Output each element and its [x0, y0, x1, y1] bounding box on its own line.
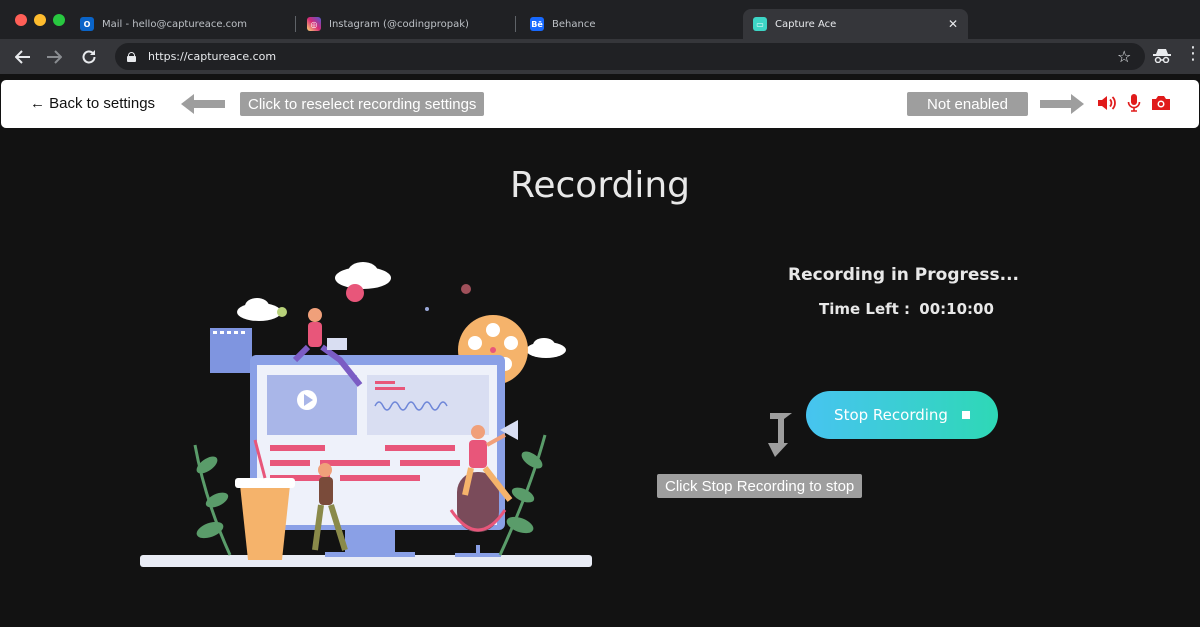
tab-close-icon[interactable]: ✕	[948, 17, 958, 31]
reselect-hint: Click to reselect recording settings	[240, 92, 485, 116]
back-arrow-icon[interactable]	[12, 46, 34, 68]
page-title: Recording	[509, 165, 691, 206]
behance-icon: Bē	[530, 17, 544, 31]
time-left: Time Left : 00:10:00	[819, 300, 994, 318]
browser-tab-bar: O Mail - hello@captureace.com ◎ Instagra…	[0, 0, 1200, 39]
microphone-icon[interactable]	[1127, 94, 1141, 116]
not-enabled-hint: Not enabled	[907, 92, 1028, 116]
window-maximize-button[interactable]	[53, 14, 65, 26]
stop-recording-label: Stop Recording	[834, 406, 948, 424]
tab-mail[interactable]: O Mail - hello@captureace.com	[80, 9, 247, 39]
recording-progress-text: Recording in Progress...	[788, 265, 1020, 285]
url-text: https://captureace.com	[148, 50, 277, 63]
tab-separator	[515, 16, 516, 32]
tab-label: Instagram (@codingpropak)	[329, 18, 469, 30]
hint-arrow-left-icon	[181, 94, 225, 114]
laptop-icon	[327, 338, 347, 350]
time-left-value: 00:10:00	[919, 300, 994, 318]
menu-kebab-icon[interactable]: ⋮	[1184, 45, 1200, 63]
stop-recording-button[interactable]: Stop Recording	[806, 391, 998, 439]
tab-separator	[295, 16, 296, 32]
address-bar[interactable]: https://captureace.com	[115, 43, 1145, 70]
window-minimize-button[interactable]	[34, 14, 46, 26]
stop-recording-hint: Click Stop Recording to stop	[657, 474, 863, 498]
tab-captureace[interactable]: ▭ Capture Ace ✕	[743, 9, 968, 39]
tab-behance[interactable]: Bē Behance	[530, 9, 595, 39]
camera-icon[interactable]	[1151, 95, 1171, 115]
app-header: ← Back to settings Click to reselect rec…	[1, 80, 1199, 128]
window-close-button[interactable]	[15, 14, 27, 26]
instagram-icon: ◎	[307, 17, 321, 31]
film-strip-icon	[210, 328, 252, 373]
browser-toolbar: https://captureace.com ☆ ⋮	[0, 39, 1200, 74]
time-left-label: Time Left :	[819, 300, 911, 318]
forward-arrow-icon[interactable]	[43, 46, 65, 68]
reload-icon[interactable]	[78, 46, 100, 68]
cup-icon	[240, 485, 290, 560]
back-to-settings-link[interactable]: ← Back to settings	[30, 95, 155, 112]
tab-instagram[interactable]: ◎ Instagram (@codingpropak)	[307, 9, 469, 39]
status-icons	[1097, 94, 1171, 116]
incognito-icon[interactable]	[1153, 48, 1171, 67]
hint-arrow-right-icon	[1040, 94, 1084, 114]
tab-label: Behance	[552, 18, 596, 30]
hint-arrow-down-icon	[768, 413, 792, 457]
speaker-icon[interactable]	[1097, 95, 1117, 115]
bookmark-star-icon[interactable]: ☆	[1117, 47, 1131, 66]
outlook-icon: O	[80, 17, 94, 31]
captureace-icon: ▭	[753, 17, 767, 31]
tab-label: Capture Ace	[775, 18, 837, 30]
stop-square-icon	[961, 411, 970, 419]
tab-label: Mail - hello@captureace.com	[102, 18, 248, 30]
lock-icon	[127, 51, 136, 62]
recording-illustration	[140, 262, 592, 567]
